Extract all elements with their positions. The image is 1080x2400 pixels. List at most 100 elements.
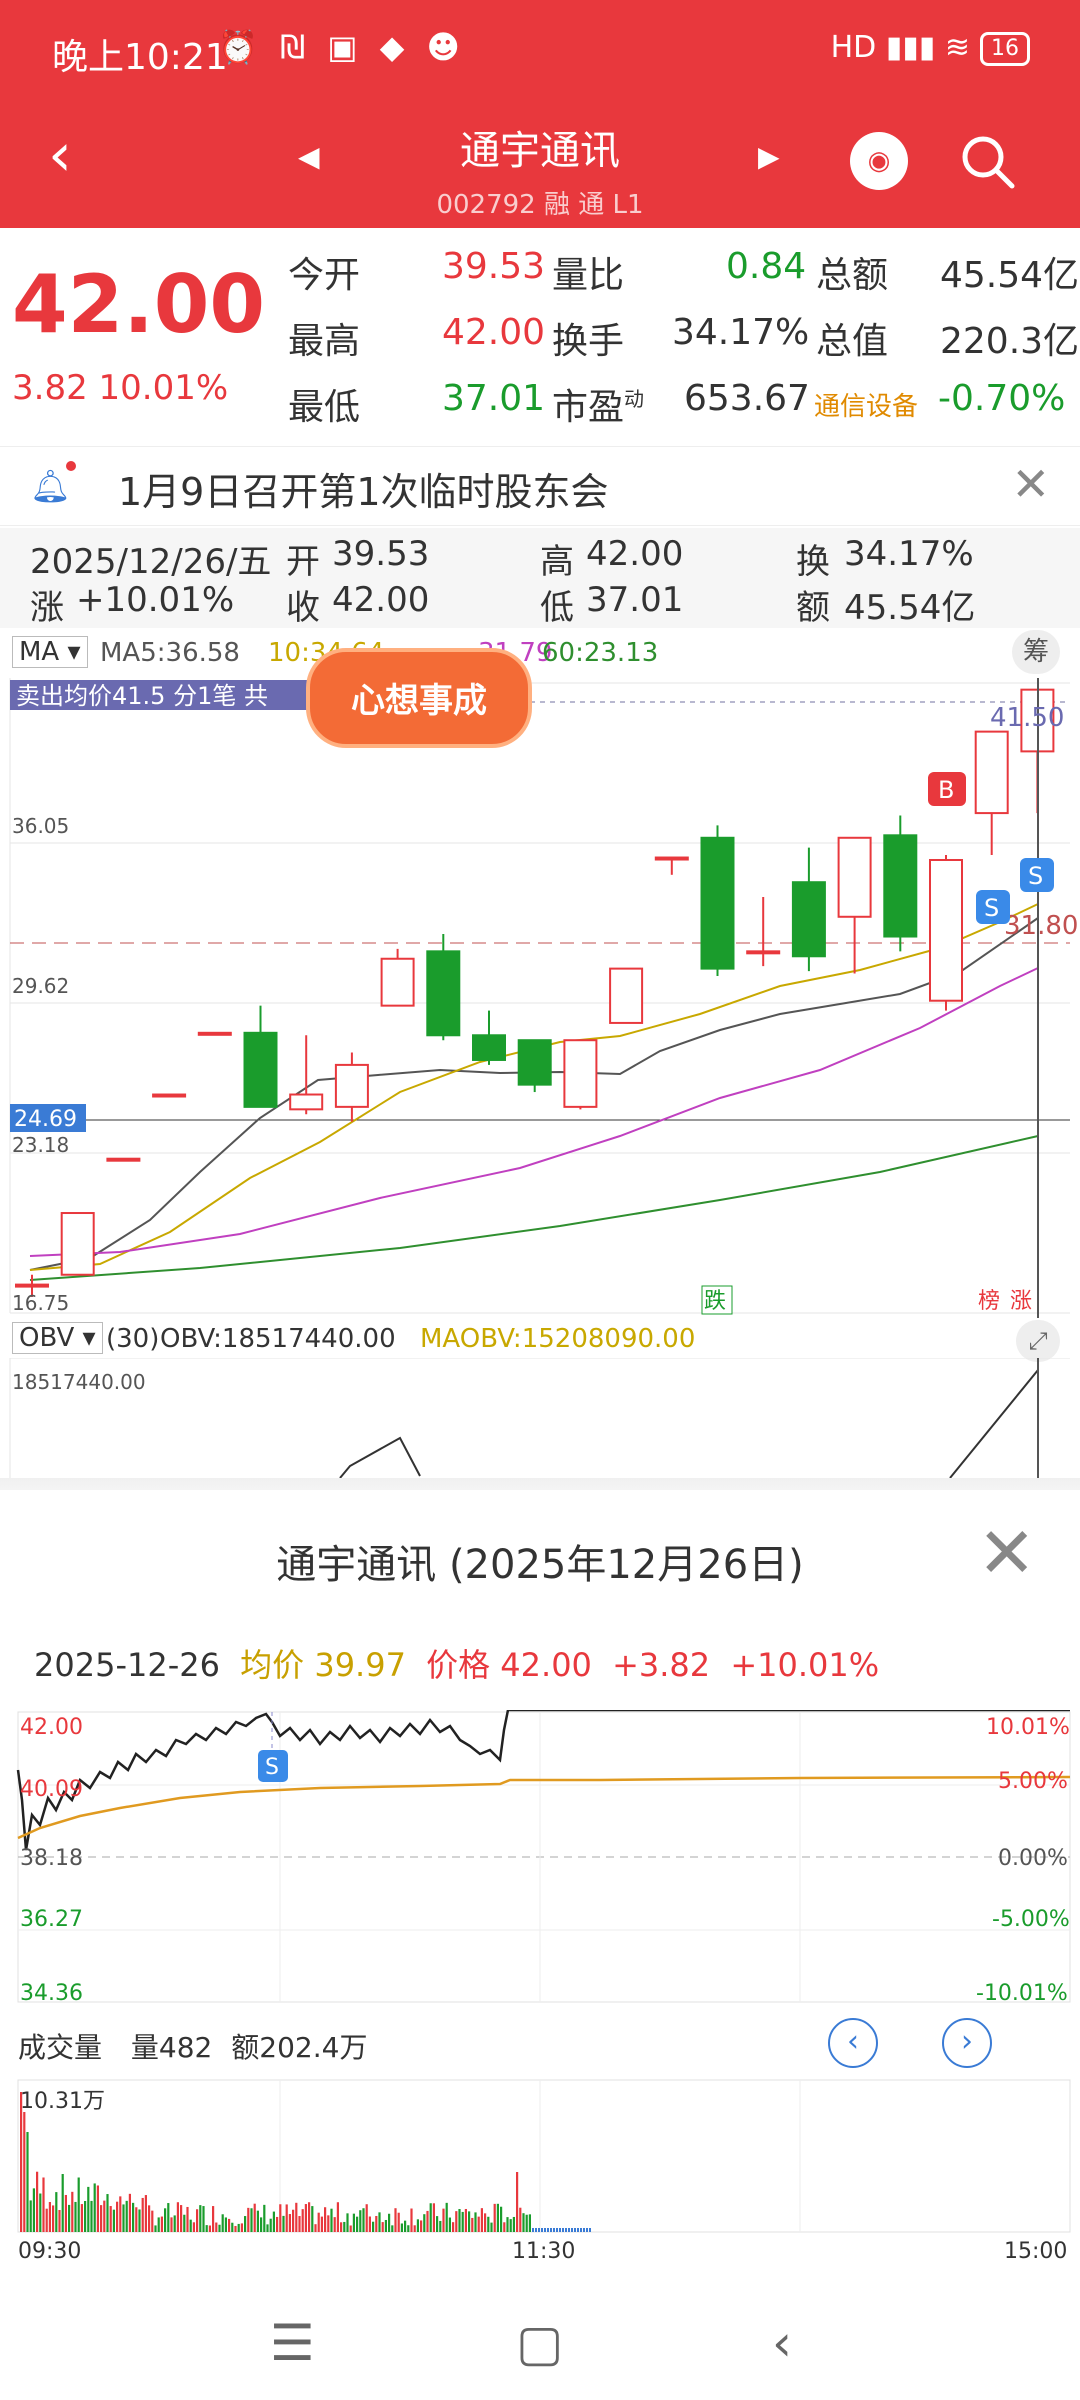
intraday-avg-line [17,1775,1071,1840]
volume-bar [400,2223,403,2232]
volume-bar [471,2217,474,2232]
volume-bar [547,2228,549,2232]
volume-bars [20,2092,591,2232]
signal-wifi-icons: HD ▮▮▮ ≋ [830,30,970,65]
ma-selector-label: MA [19,637,60,667]
volume-bar [464,2208,467,2232]
pe-label: 市盈动 [552,378,644,430]
volume-bar [263,2204,266,2232]
volume-bar [496,2203,499,2232]
tag-die[interactable]: 跌 [704,1289,726,1314]
volume-bar [448,2217,451,2232]
volume-bar [528,2214,531,2232]
battery-icon: 16 [980,31,1030,66]
volume-bar [516,2172,519,2232]
volume-bar [455,2211,458,2232]
obv-params: (30) [106,1324,160,1354]
search-icon[interactable] [956,130,1018,192]
stock-name: 通宇通讯 [460,128,620,174]
volume-bar [45,2208,48,2232]
volume-bar [503,2222,506,2232]
volume-bar [61,2174,64,2232]
ma60-value: 60:23.13 [542,638,659,668]
menu-icon[interactable]: ☰ [270,2314,315,2372]
candle-body [883,834,918,938]
volume-bar [493,2203,496,2232]
price-y-5: 34.36 [20,1981,83,2006]
volume-bar [550,2228,552,2232]
volume-bar [509,2219,512,2232]
intraday-chart[interactable]: S 42.00 40.09 38.18 36.27 34.36 10.01% 5… [0,1710,1080,2010]
volume-bar [336,2202,339,2232]
ohlc-open: 39.53 [332,534,430,574]
volume-bar [522,2213,525,2232]
volume-bar [356,2216,359,2232]
volume-bar [148,2205,151,2232]
ma5-value: MA5:36.58 [100,638,240,668]
panel-avg: 39.97 [314,1646,406,1684]
volume-bar [538,2228,540,2232]
pe-sup: 动 [624,387,645,411]
back-nav-icon[interactable]: ‹ [772,2314,792,2372]
tag-zhang[interactable]: 涨 [1010,1289,1032,1314]
panel-avg-label: 均价 [240,1646,305,1684]
volume-bar [231,2222,234,2232]
volume-bar [128,2193,131,2232]
ohlc-amt: 45.54亿 [844,588,976,628]
volume-bar [269,2218,272,2232]
tiger-sticker[interactable]: 心想事成 [306,648,532,748]
volume-bar [218,2224,221,2232]
home-icon[interactable]: ▢ [516,2314,563,2372]
close-icon[interactable]: ✕ [1011,457,1050,511]
candle-body [15,1283,49,1288]
close-icon[interactable]: ✕ [977,1512,1036,1594]
kline-chart[interactable]: 卖出均价41.5 分1笔 共 36.05 29.62 24.69 23.18 1… [0,678,1080,1318]
volume-bar [253,2203,256,2232]
obv-selector[interactable]: OBV ▾ [12,1322,103,1354]
candle-body [974,730,1009,815]
volume-bar [132,2202,135,2232]
pct-y-2: 5.00% [998,1769,1068,1794]
volume-bar [556,2228,558,2232]
tag-bang[interactable]: 榜 [978,1289,1000,1314]
obv-panel[interactable]: OBV ▾ (30) OBV:18517440.00 MAOBV:1520809… [0,1318,1080,1478]
volume-bar [205,2225,208,2232]
ohlc-open-label: 开 [286,542,320,582]
volume-bar [413,2225,416,2232]
current-line-tag: 24.69 [14,1107,77,1132]
sector-link[interactable]: 通信设备 [814,386,918,423]
volume-bar [580,2228,582,2232]
prev-day-button[interactable]: ‹ [828,2018,878,2068]
next-day-button[interactable]: › [942,2018,992,2068]
volume-bar [317,2212,320,2232]
volume-bar [308,2202,311,2232]
panel-chg-pct: +10.01% [730,1646,880,1684]
candle-body [60,1212,95,1276]
notice-bar[interactable]: 🔔︎ 1月9日召开第1次临时股东会 ✕ [0,446,1080,526]
volume-bar [426,2210,429,2232]
volume-bar [416,2219,419,2232]
time-end: 15:00 [1004,2239,1067,2264]
volume-bar [228,2218,231,2232]
pct-y-4: -5.00% [992,1907,1070,1932]
ma-selector[interactable]: MA ▾ [12,636,88,668]
volume-bar [589,2228,591,2232]
volume-bar [519,2207,522,2232]
volume-bar [96,2185,99,2232]
volume-bar [314,2224,317,2232]
ohlc-summary: 2025/12/26/五 开 39.53 高 42.00 换 34.17% 涨 … [0,528,1080,628]
intraday-s-label: S [265,1755,279,1780]
volume-bar [285,2204,288,2232]
volume-bar [352,2213,355,2232]
ohlc-turn-label: 换 [796,542,830,582]
obv-selector-label: OBV [19,1323,75,1353]
chip-distribution-button[interactable]: 筹 [1012,630,1060,674]
volume-bar [208,2225,211,2232]
volume-bar [32,2188,35,2232]
expand-icon[interactable]: ⤢ [1016,1320,1060,1362]
volume-bar [29,2200,32,2232]
volume-bar [138,2209,141,2232]
candle-body [609,967,644,1024]
mascot-icon[interactable]: ◉ [850,132,908,190]
volume-bar [276,2216,279,2232]
